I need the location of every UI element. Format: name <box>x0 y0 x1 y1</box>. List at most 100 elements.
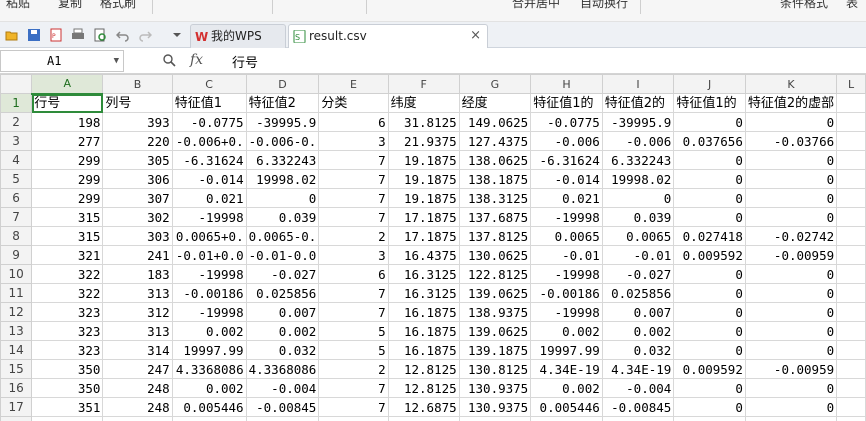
cell[interactable]: -6.31624 <box>171 150 247 170</box>
cell[interactable]: -0.006-0. <box>245 131 320 151</box>
cell[interactable]: 19998.02 <box>601 169 675 189</box>
cell[interactable]: 7 <box>318 283 389 303</box>
cell[interactable]: 0 <box>744 150 838 170</box>
cell[interactable]: -0.004 <box>245 378 320 398</box>
print-icon[interactable] <box>71 28 85 42</box>
row-header[interactable]: 12 <box>0 302 33 322</box>
cell[interactable]: -19998 <box>530 207 603 227</box>
cell[interactable]: 0 <box>744 169 838 189</box>
cell[interactable]: 139.0625 <box>458 321 532 341</box>
cell[interactable]: 3 <box>318 131 389 151</box>
cell[interactable]: 16.3125 <box>387 264 460 284</box>
column-header[interactable]: D <box>245 74 320 94</box>
copy-button[interactable]: 复制 <box>58 0 82 11</box>
cell[interactable]: 39996 <box>601 416 675 421</box>
cell[interactable]: 0.021 <box>171 188 247 208</box>
cell[interactable]: 0.005446 <box>530 397 603 417</box>
column-header[interactable]: H <box>530 74 603 94</box>
column-header[interactable]: F <box>387 74 460 94</box>
conditional-format-button[interactable]: 条件格式 <box>780 0 828 11</box>
name-box[interactable]: A1 ▼ <box>0 50 124 72</box>
row-header[interactable]: 8 <box>0 226 33 246</box>
cell[interactable]: 299 <box>31 150 104 170</box>
cell[interactable]: 393 <box>102 112 173 132</box>
cell[interactable]: 3 <box>318 245 389 265</box>
undo-icon[interactable] <box>116 28 130 42</box>
cell[interactable]: 306 <box>102 169 173 189</box>
cell[interactable] <box>836 245 866 265</box>
cell[interactable] <box>836 226 866 246</box>
cell[interactable]: 0 <box>673 207 746 227</box>
row-header[interactable]: 3 <box>0 131 33 151</box>
cell[interactable]: 12.6875 <box>387 397 460 417</box>
cell[interactable]: 0 <box>673 321 746 341</box>
cell[interactable]: 16.1875 <box>387 340 460 360</box>
cell[interactable]: 0.037656 <box>673 131 746 151</box>
column-header[interactable]: K <box>744 74 838 94</box>
row-header[interactable]: 2 <box>0 112 33 132</box>
cell[interactable]: -0.014 <box>171 169 247 189</box>
cell[interactable]: 0 <box>673 264 746 284</box>
cell[interactable]: 307 <box>102 188 173 208</box>
cell[interactable]: 4.3368086 <box>245 359 320 379</box>
cell[interactable]: 313 <box>102 283 173 303</box>
cell[interactable]: 19.1875 <box>387 150 460 170</box>
cell[interactable]: 323 <box>31 302 104 322</box>
cell[interactable]: -19998 <box>530 264 603 284</box>
cell[interactable]: 6.332243 <box>601 150 675 170</box>
column-header[interactable]: J <box>673 74 746 94</box>
cell[interactable]: 列号 <box>102 93 173 113</box>
cell[interactable] <box>836 359 866 379</box>
cell[interactable]: 183 <box>102 264 173 284</box>
cell[interactable]: -0.006 <box>530 131 603 151</box>
cell[interactable]: -0.01 <box>601 245 675 265</box>
cell[interactable]: 39996 <box>245 416 320 421</box>
cell[interactable]: 0.002 <box>530 416 603 421</box>
cell[interactable]: 350 <box>31 359 104 379</box>
cell[interactable]: 351 <box>31 397 104 417</box>
cell[interactable]: 0.002 <box>530 321 603 341</box>
cell[interactable]: 350 <box>31 378 104 398</box>
cell[interactable]: 315 <box>31 226 104 246</box>
cell[interactable]: 17.1875 <box>387 226 460 246</box>
cell[interactable] <box>836 131 866 151</box>
row-header[interactable]: 5 <box>0 169 33 189</box>
cell[interactable]: -19998 <box>171 207 247 227</box>
cell[interactable]: -6.31624 <box>530 150 603 170</box>
column-header[interactable]: E <box>318 74 389 94</box>
cell[interactable]: 138.9375 <box>458 302 532 322</box>
cell[interactable]: 19997.99 <box>171 340 247 360</box>
cell[interactable]: 149.0625 <box>458 112 532 132</box>
row-header[interactable]: 14 <box>0 340 33 360</box>
cell[interactable]: 6 <box>318 264 389 284</box>
cell[interactable]: 371 <box>31 416 104 421</box>
cell[interactable]: 0.007 <box>601 302 675 322</box>
row-header[interactable]: 7 <box>0 207 33 227</box>
cell[interactable] <box>836 302 866 322</box>
cell[interactable]: 127.4375 <box>458 131 532 151</box>
cell[interactable]: 31.8125 <box>387 112 460 132</box>
zoom-icon[interactable] <box>163 54 176 67</box>
cell[interactable]: 0.0065+0. <box>171 226 247 246</box>
cell[interactable]: 139.1875 <box>458 340 532 360</box>
cell[interactable]: 0 <box>673 397 746 417</box>
cell[interactable] <box>836 416 866 421</box>
row-header[interactable]: 15 <box>0 359 33 379</box>
cell[interactable]: 323 <box>31 321 104 341</box>
cell[interactable]: 0.027418 <box>673 226 746 246</box>
cell[interactable]: 5 <box>318 416 389 421</box>
cell[interactable]: -39995.9 <box>601 112 675 132</box>
cell[interactable]: -0.02742 <box>744 226 838 246</box>
open-folder-icon[interactable] <box>5 28 19 42</box>
cell[interactable]: 315 <box>31 207 104 227</box>
cell[interactable]: 5 <box>318 340 389 360</box>
cell[interactable]: 4.34E-19 <box>530 359 603 379</box>
cell[interactable]: 0.0065 <box>601 226 675 246</box>
cell[interactable]: 0.002 <box>245 321 320 341</box>
cell[interactable]: -0.00845 <box>601 397 675 417</box>
column-header[interactable]: A <box>31 74 104 95</box>
cell[interactable] <box>836 321 866 341</box>
cell[interactable]: 136.9375 <box>458 416 532 421</box>
cell[interactable]: 4.3368086 <box>171 359 247 379</box>
close-icon[interactable]: × <box>470 25 481 47</box>
